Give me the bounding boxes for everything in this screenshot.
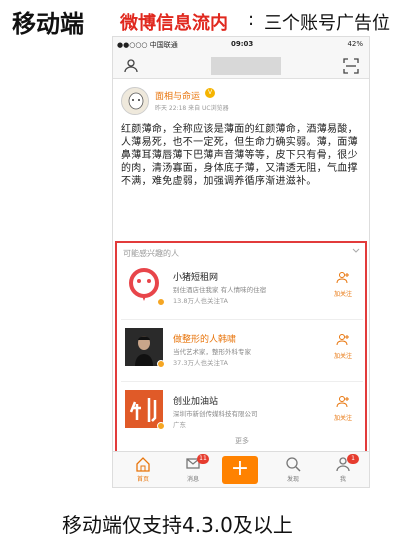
recommend-item[interactable]: 小猪短租网 别住酒店住我家 有人情味的住宿 13.8万人也关注TA 加关注 [121,262,363,320]
compose-button[interactable]: + [222,456,258,484]
caption-highlight: 微博信息流内 [120,13,228,34]
recommend-name[interactable]: 创业加油站 [173,394,218,407]
clock: 09:03 [231,40,254,48]
recommend-location: 广东 [173,421,186,429]
tab-label: 消息 [186,476,199,483]
verified-badge [157,360,165,368]
post-avatar[interactable] [121,87,149,115]
caption-separator: : [248,9,255,30]
home-icon [136,457,150,472]
recommend-followers: 37.3万人也关注TA [173,359,228,367]
status-bar: ●●○○○ 中国联通 09:03 42% [113,37,369,53]
top-caption: 移动端 微博信息流内 : 三个账号广告位 [8,4,400,38]
follow-label: 加关注 [333,415,352,422]
tab-bar: 首页 消息 11 + 发现 我 1 [113,451,369,487]
verified-badge [157,422,165,430]
discover-icon [286,457,301,472]
tab-label: 我 [339,476,346,483]
recommend-header: 可能感兴趣的人 [123,249,179,258]
nav-title-redacted[interactable] [211,57,281,75]
nav-bar [113,53,369,79]
scan-icon[interactable] [343,58,359,74]
follow-label: 加关注 [333,291,352,298]
tab-home[interactable]: 首页 [123,456,163,483]
verified-badge [157,298,165,306]
recommend-followers: 13.8万人也关注TA [173,297,228,305]
follow-label: 加关注 [333,353,352,360]
post-text[interactable]: 红颜薄命，全称应该是薄面的红颜薄命，酒薄易酸，人薄易死，也不一定死，但生命力确实… [121,123,365,188]
recommend-name[interactable]: 小猪短租网 [173,270,218,283]
message-badge: 11 [197,454,209,464]
recommend-desc: 别住酒店住我家 有人情味的住宿 [173,286,267,294]
battery-level: 42% [347,40,363,48]
caption-main: 移动端 [12,10,84,38]
post-author[interactable]: 面相与命运 [155,89,200,102]
add-follow-icon [336,334,349,346]
add-follow-icon [336,272,349,284]
add-follow-icon [336,396,349,408]
recommend-desc: 当代艺术家，整形外科专家 [173,348,251,356]
recommend-desc: 深圳市新创传媒科技有限公司 [173,410,258,418]
carrier-label: ●●○○○ 中国联通 [117,41,178,49]
tab-label: 发现 [286,476,299,483]
tab-messages[interactable]: 消息 11 [173,454,213,483]
divider [121,381,363,382]
phone-screen: ●●○○○ 中国联通 09:03 42% 面相与命运 V 昨天 22:18 来自… [112,36,370,488]
recommend-panel: 可能感兴趣的人 小猪短租网 别住酒店住我家 有人情味的住宿 13.8万人也关注T… [113,240,369,453]
tab-profile[interactable]: 我 1 [323,454,363,483]
tab-discover[interactable]: 发现 [273,456,313,483]
follow-button[interactable]: 加关注 [329,332,357,360]
plus-icon: + [230,456,250,481]
chevron-down-icon[interactable] [351,246,361,256]
profile-badge: 1 [347,454,359,464]
add-friend-icon[interactable] [123,58,139,74]
divider [121,319,363,320]
follow-button[interactable]: 加关注 [329,394,357,422]
footer-caption: 移动端仅支持4.3.0及以上 [62,513,293,537]
recommend-item[interactable]: 做整形的人韩啸 当代艺术家，整形外科专家 37.3万人也关注TA 加关注 [121,324,363,382]
caption-rest: 三个账号广告位 [264,13,390,34]
post-meta: 昨天 22:18 来自 UC浏览器 [155,105,229,112]
feed-post[interactable]: 面相与命运 V 昨天 22:18 来自 UC浏览器 红颜薄命，全称应该是薄面的红… [113,79,369,242]
follow-button[interactable]: 加关注 [329,270,357,298]
vip-badge: V [205,88,215,98]
more-link[interactable]: 更多 [113,436,369,446]
recommend-name[interactable]: 做整形的人韩啸 [173,332,236,345]
tab-label: 首页 [136,476,149,483]
